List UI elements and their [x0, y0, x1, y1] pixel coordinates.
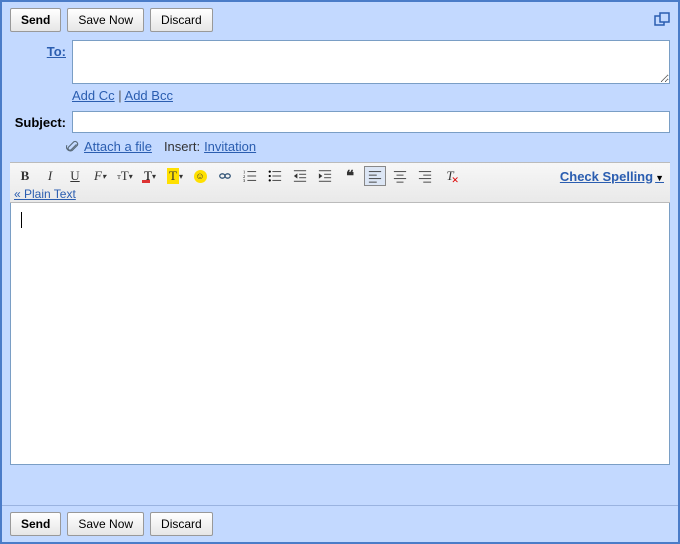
font-family-button[interactable]: F▾	[89, 166, 111, 186]
add-cc-link[interactable]: Add Cc	[72, 88, 115, 103]
highlight-button[interactable]: T▾	[164, 166, 186, 186]
cc-bcc-separator: |	[115, 88, 125, 103]
to-label[interactable]: To:	[2, 40, 72, 59]
svg-text:3: 3	[243, 178, 246, 183]
format-toolbar: B I U F▾ тT▾ T▾ T▾ ☺ 123 ❝ T✕ Check Spel…	[10, 162, 670, 203]
font-size-button[interactable]: тT▾	[114, 166, 136, 186]
text-color-button[interactable]: T▾	[139, 166, 161, 186]
plain-text-link[interactable]: « Plain Text	[14, 187, 76, 201]
popout-icon[interactable]	[654, 12, 670, 28]
subject-row: Subject:	[2, 109, 678, 135]
underline-button[interactable]: U	[64, 166, 86, 186]
indent-more-button[interactable]	[314, 166, 336, 186]
paperclip-icon	[66, 140, 80, 154]
indent-less-button[interactable]	[289, 166, 311, 186]
subject-input[interactable]	[72, 111, 670, 133]
send-button-bottom[interactable]: Send	[10, 512, 61, 536]
save-now-button-bottom[interactable]: Save Now	[67, 512, 144, 536]
to-input[interactable]	[72, 40, 670, 84]
to-row: To:	[2, 38, 678, 86]
quote-button[interactable]: ❝	[339, 166, 361, 186]
insert-label: Insert:	[164, 139, 200, 154]
numbered-list-button[interactable]: 123	[239, 166, 261, 186]
discard-button-bottom[interactable]: Discard	[150, 512, 213, 536]
bold-button[interactable]: B	[14, 166, 36, 186]
invitation-link[interactable]: Invitation	[204, 139, 256, 154]
align-right-button[interactable]	[414, 166, 436, 186]
plain-text-row: « Plain Text	[14, 187, 666, 201]
italic-button[interactable]: I	[39, 166, 61, 186]
cursor-icon	[21, 212, 22, 228]
save-now-button[interactable]: Save Now	[67, 8, 144, 32]
discard-button[interactable]: Discard	[150, 8, 213, 32]
align-left-button[interactable]	[364, 166, 386, 186]
message-body[interactable]	[10, 203, 670, 465]
subject-label: Subject:	[2, 111, 72, 130]
link-button[interactable]	[214, 166, 236, 186]
top-toolbar: Send Save Now Discard	[2, 2, 678, 38]
emoji-button[interactable]: ☺	[189, 166, 211, 186]
remove-formatting-button[interactable]: T✕	[439, 166, 461, 186]
send-button[interactable]: Send	[10, 8, 61, 32]
align-center-button[interactable]	[389, 166, 411, 186]
cc-bcc-row: Add Cc | Add Bcc	[2, 86, 678, 109]
bulleted-list-button[interactable]	[264, 166, 286, 186]
bottom-toolbar: Send Save Now Discard	[2, 505, 678, 542]
add-bcc-link[interactable]: Add Bcc	[125, 88, 173, 103]
check-spelling-link[interactable]: Check Spelling▼	[560, 169, 666, 184]
attach-file-link[interactable]: Attach a file	[84, 139, 152, 154]
attach-row: Attach a file Insert: Invitation	[2, 135, 678, 162]
